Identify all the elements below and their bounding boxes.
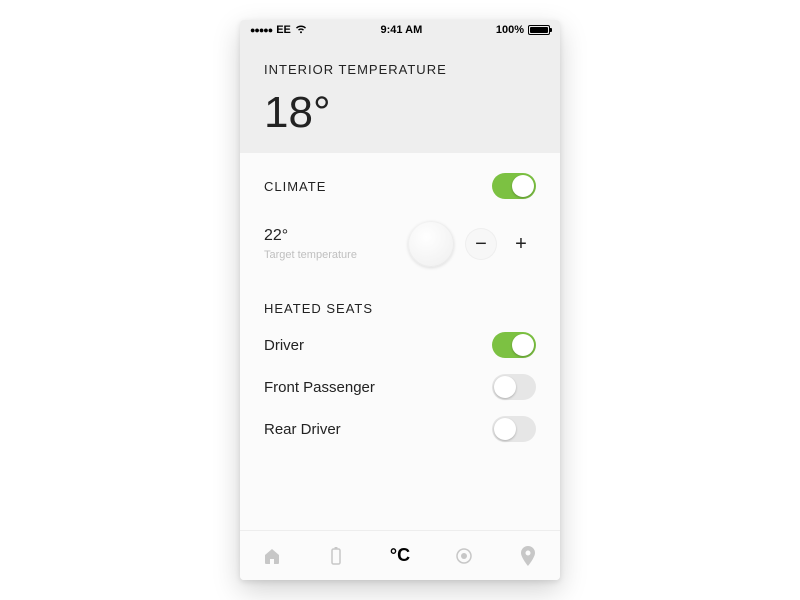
battery-icon	[528, 25, 550, 35]
tab-status[interactable]	[444, 536, 484, 576]
interior-temp-label: INTERIOR TEMPERATURE	[264, 62, 536, 77]
seat-label: Front Passenger	[264, 379, 375, 396]
temperature-dial[interactable]	[408, 221, 454, 267]
battery-tab-icon	[330, 546, 342, 566]
carrier-label: EE	[276, 24, 291, 36]
wifi-icon	[295, 24, 307, 37]
climate-toggle[interactable]	[492, 173, 536, 199]
seat-row-driver: Driver	[264, 332, 536, 358]
seat-toggle-driver[interactable]	[492, 332, 536, 358]
status-bar: ●●●●● EE 9:41 AM 100%	[240, 20, 560, 40]
temperature-header: INTERIOR TEMPERATURE 18°	[240, 40, 560, 153]
tab-location[interactable]	[508, 536, 548, 576]
tab-home[interactable]	[252, 536, 292, 576]
seat-toggle-rear-driver[interactable]	[492, 416, 536, 442]
interior-temp-value: 18°	[264, 91, 536, 135]
temp-minus-button[interactable]: −	[466, 229, 496, 259]
target-icon	[455, 547, 473, 565]
status-left: ●●●●● EE	[250, 24, 307, 37]
climate-tab-label: °C	[390, 545, 410, 566]
heated-seats-title: HEATED SEATS	[264, 301, 536, 316]
seat-label: Driver	[264, 337, 304, 354]
temp-plus-button[interactable]: +	[506, 229, 536, 259]
signal-dots-icon: ●●●●●	[250, 25, 272, 35]
target-temp-caption: Target temperature	[264, 249, 408, 261]
battery-percent: 100%	[496, 24, 524, 36]
target-temp-block: 22° Target temperature − +	[264, 221, 536, 267]
content-area: CLIMATE 22° Target temperature − + HEATE…	[240, 153, 560, 530]
seat-row-front-passenger: Front Passenger	[264, 374, 536, 400]
status-time: 9:41 AM	[380, 24, 422, 36]
seat-toggle-front-passenger[interactable]	[492, 374, 536, 400]
temperature-stepper: − +	[466, 229, 536, 259]
climate-title: CLIMATE	[264, 179, 326, 194]
climate-row: CLIMATE	[264, 173, 536, 199]
status-right: 100%	[496, 24, 550, 36]
tab-climate[interactable]: °C	[380, 536, 420, 576]
phone-frame: ●●●●● EE 9:41 AM 100% INTERIOR TEMPERATU…	[240, 20, 560, 580]
home-icon	[262, 546, 282, 566]
seat-row-rear-driver: Rear Driver	[264, 416, 536, 442]
seat-label: Rear Driver	[264, 421, 341, 438]
target-temp-value: 22°	[264, 227, 408, 245]
pin-icon	[521, 546, 535, 566]
tab-bar: °C	[240, 530, 560, 580]
tab-battery[interactable]	[316, 536, 356, 576]
